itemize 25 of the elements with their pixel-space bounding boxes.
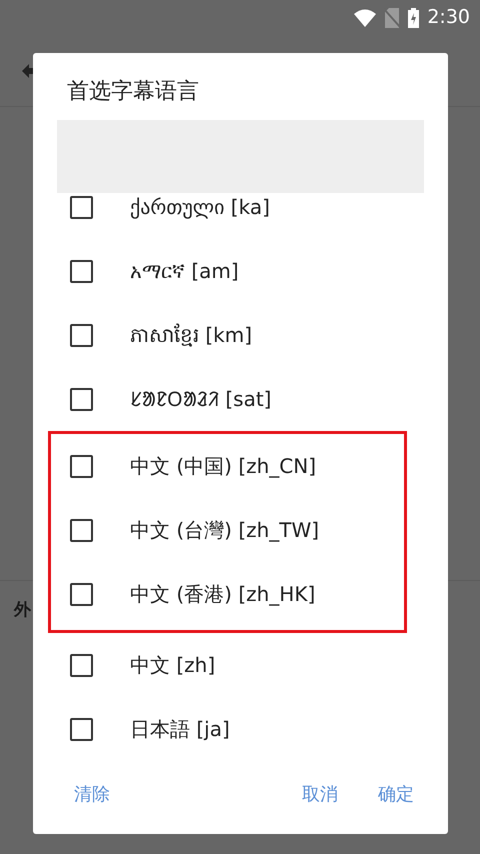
battery-charging-icon xyxy=(408,8,420,28)
checkbox[interactable] xyxy=(70,582,93,606)
language-label[interactable]: ქართული [ka] xyxy=(130,193,270,222)
section-header: 外 xyxy=(14,598,31,622)
checkbox[interactable] xyxy=(70,718,93,740)
checkbox[interactable] xyxy=(70,518,93,542)
language-label[interactable]: ᱥᱟᱱᱛᱟᱲᱤ [sat] xyxy=(130,384,272,414)
dialog-title: 首选字幕语言 xyxy=(66,78,200,106)
language-label[interactable]: 中文 (香港) [zh_HK] xyxy=(130,579,316,609)
language-label[interactable]: 日本語 [ja] xyxy=(130,714,230,744)
back-arrow-icon[interactable] xyxy=(22,64,33,78)
checkbox[interactable] xyxy=(70,260,93,282)
checkbox[interactable] xyxy=(70,324,93,346)
no-sim-icon xyxy=(384,8,400,28)
language-label[interactable]: 中文 [zh] xyxy=(130,650,216,680)
checkbox[interactable] xyxy=(70,454,93,478)
checkbox[interactable] xyxy=(70,654,93,676)
checkbox[interactable] xyxy=(70,196,93,218)
clock-time: 2:30 xyxy=(427,5,470,30)
language-label[interactable]: 中文 (中国) [zh_CN] xyxy=(130,451,316,481)
language-label[interactable]: ភាសាខ្មែរ [km] xyxy=(130,320,252,350)
language-label[interactable]: አማርኛ [am] xyxy=(130,256,239,286)
checkbox[interactable] xyxy=(70,388,93,410)
wifi-icon xyxy=(354,8,376,26)
language-label[interactable]: 中文 (台灣) [zh_TW] xyxy=(130,515,320,545)
